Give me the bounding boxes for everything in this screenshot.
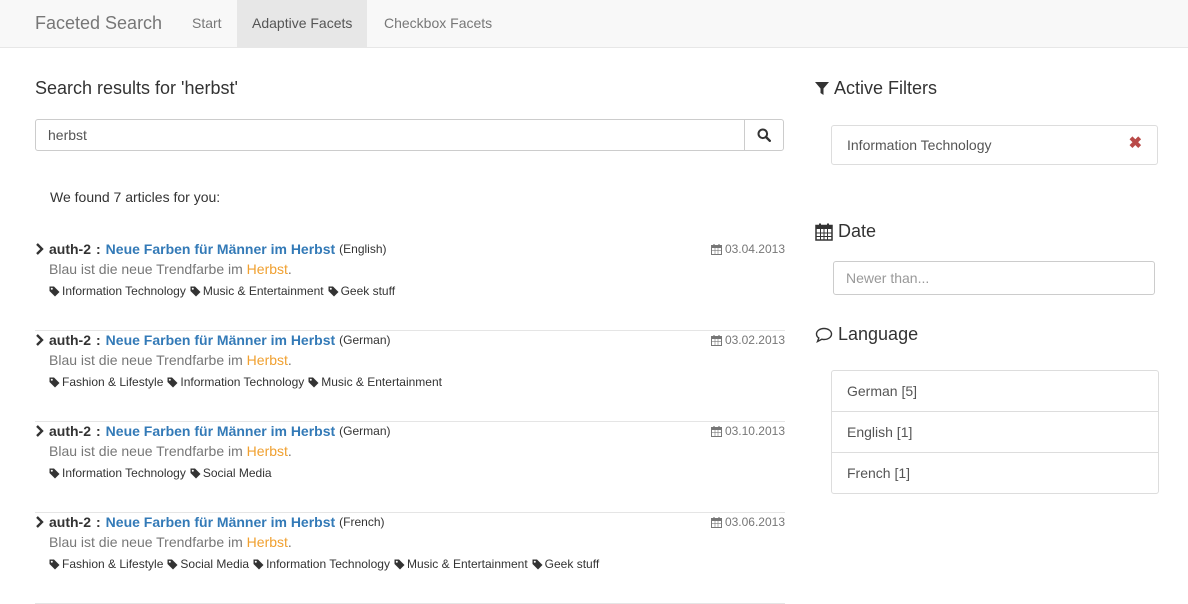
tag-icon — [394, 559, 405, 569]
nav-item-adaptive-facets[interactable]: Adaptive Facets — [237, 0, 368, 47]
navbar: Faceted Search Start Adaptive Facets Che… — [0, 0, 1188, 48]
search-input[interactable] — [36, 120, 747, 150]
search-highlight: Herbst — [246, 261, 288, 277]
result-tags: Information Technology Social Media — [49, 466, 276, 480]
nav-item-start[interactable]: Start — [177, 0, 237, 47]
date-heading: Date — [815, 221, 876, 242]
tag-icon — [167, 559, 178, 569]
active-filter-item: Information Technology ✖ — [831, 125, 1158, 165]
chevron-right-icon — [36, 334, 44, 346]
result-date-text: 03.06.2013 — [724, 515, 785, 529]
filter-icon — [815, 81, 829, 95]
result-item: auth-2 : Neue Farben für Männer im Herbs… — [35, 331, 785, 422]
result-separator: : — [96, 332, 101, 348]
result-separator: : — [96, 514, 101, 530]
calendar-icon — [815, 223, 833, 241]
language-facet-german[interactable]: German [5] — [832, 371, 1158, 411]
tag-icon — [167, 377, 178, 387]
date-newer-than-input[interactable] — [833, 261, 1155, 295]
result-snippet: Blau ist die neue Trendfarbe im Herbst. — [49, 352, 292, 368]
tag-icon — [190, 286, 201, 296]
result-title-link[interactable]: Neue Farben für Männer im Herbst — [106, 241, 336, 257]
result-item: auth-2 : Neue Farben für Männer im Herbs… — [35, 513, 785, 604]
result-date-text: 03.02.2013 — [724, 333, 785, 347]
chevron-right-icon — [36, 243, 44, 255]
tag[interactable]: Fashion & Lifestyle — [49, 375, 163, 389]
tag-icon — [253, 559, 264, 569]
tag-icon — [532, 559, 543, 569]
tag-icon — [49, 377, 60, 387]
result-date: 03.10.2013 — [710, 422, 785, 440]
result-title-link[interactable]: Neue Farben für Männer im Herbst — [106, 332, 336, 348]
tag[interactable]: Information Technology — [167, 375, 304, 389]
language-heading: Language — [815, 324, 918, 345]
chevron-right-icon — [36, 516, 44, 528]
speech-bubble-icon — [815, 327, 833, 343]
tag[interactable]: Information Technology — [49, 466, 186, 480]
result-tags: Fashion & Lifestyle Social Media Informa… — [49, 557, 603, 571]
nav-item-checkbox-facets[interactable]: Checkbox Facets — [369, 0, 507, 47]
result-date-text: 03.04.2013 — [724, 242, 785, 256]
tag[interactable]: Music & Entertainment — [394, 557, 528, 571]
result-item: auth-2 : Neue Farben für Männer im Herbs… — [35, 422, 785, 513]
tag[interactable]: Information Technology — [253, 557, 390, 571]
tag-icon — [49, 559, 60, 569]
tag-icon — [308, 377, 319, 387]
calendar-icon — [710, 243, 722, 255]
active-filter-label: Information Technology — [847, 137, 992, 153]
search-highlight: Herbst — [246, 352, 288, 368]
language-facet-french[interactable]: French [1] — [832, 452, 1158, 493]
tag-icon — [328, 286, 339, 296]
tag[interactable]: Social Media — [167, 557, 249, 571]
calendar-icon — [710, 516, 722, 528]
result-tags: Fashion & Lifestyle Information Technolo… — [49, 375, 446, 389]
calendar-icon — [710, 334, 722, 346]
result-date: 03.06.2013 — [710, 513, 785, 531]
search-highlight: Herbst — [246, 443, 288, 459]
result-snippet: Blau ist die neue Trendfarbe im Herbst. — [49, 443, 292, 459]
navbar-brand[interactable]: Faceted Search — [35, 13, 162, 34]
result-separator: : — [96, 241, 101, 257]
tag[interactable]: Music & Entertainment — [308, 375, 442, 389]
tag[interactable]: Music & Entertainment — [190, 284, 324, 298]
search-results-heading: Search results for 'herbst' — [35, 78, 238, 98]
result-language: (English) — [339, 242, 387, 256]
tag[interactable]: Geek stuff — [328, 284, 395, 298]
tag[interactable]: Information Technology — [49, 284, 186, 298]
result-date: 03.02.2013 — [710, 331, 785, 349]
result-language: (German) — [339, 333, 391, 347]
tag[interactable]: Fashion & Lifestyle — [49, 557, 163, 571]
close-icon[interactable]: ✖ — [1129, 136, 1142, 152]
tag[interactable]: Social Media — [190, 466, 272, 480]
result-snippet: Blau ist die neue Trendfarbe im Herbst. — [49, 534, 292, 550]
result-language: (French) — [339, 515, 385, 529]
search-button[interactable] — [744, 120, 783, 150]
result-separator: : — [96, 423, 101, 439]
tag-icon — [49, 468, 60, 478]
active-filters-heading: Active Filters — [815, 78, 937, 99]
search-box — [35, 119, 784, 151]
result-date-text: 03.10.2013 — [724, 424, 785, 438]
search-highlight: Herbst — [246, 534, 288, 550]
language-facet-list: German [5] English [1] French [1] — [831, 370, 1159, 494]
language-facet-english[interactable]: English [1] — [832, 411, 1158, 452]
calendar-icon — [710, 425, 722, 437]
result-tags: Information Technology Music & Entertain… — [49, 284, 399, 298]
search-icon — [757, 128, 771, 142]
tag[interactable]: Geek stuff — [532, 557, 599, 571]
result-snippet: Blau ist die neue Trendfarbe im Herbst. — [49, 261, 292, 277]
result-date: 03.04.2013 — [710, 240, 785, 258]
result-author: auth-2 — [49, 241, 91, 257]
result-title-link[interactable]: Neue Farben für Männer im Herbst — [106, 423, 336, 439]
results-summary: We found 7 articles for you: — [50, 189, 221, 205]
result-author: auth-2 — [49, 423, 91, 439]
result-author: auth-2 — [49, 332, 91, 348]
result-title-link[interactable]: Neue Farben für Männer im Herbst — [106, 514, 336, 530]
tag-icon — [49, 286, 60, 296]
chevron-right-icon — [36, 425, 44, 437]
result-language: (German) — [339, 424, 391, 438]
result-item: auth-2 : Neue Farben für Männer im Herbs… — [35, 240, 785, 331]
result-author: auth-2 — [49, 514, 91, 530]
tag-icon — [190, 468, 201, 478]
